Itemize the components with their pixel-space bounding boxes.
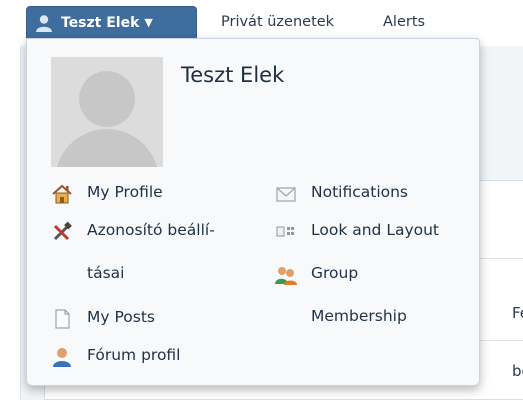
avatar[interactable] (51, 57, 163, 167)
menu-item-group-membership[interactable]: Group Membership (275, 254, 465, 335)
avatar-head-shape (79, 71, 135, 127)
caret-down-icon: ▼ (144, 16, 153, 29)
menu-item-label: My Profile (87, 183, 163, 201)
nav-alerts[interactable]: Alerts (383, 14, 425, 30)
menu-item-my-profile[interactable]: My Profile (51, 173, 163, 211)
nav-private-messages[interactable]: Privát üzenetek (221, 14, 334, 30)
layout-icon (275, 219, 297, 241)
menu-item-label: My Posts (87, 308, 155, 326)
menu-item-label: Group Membership (311, 254, 407, 335)
document-icon (51, 306, 73, 329)
menu-item-my-posts[interactable]: My Posts (51, 298, 155, 336)
background-text-fragment: be (512, 362, 523, 380)
menu-item-label-line-1: Azonosító beállí- (87, 221, 215, 239)
menu-item-label: Notifications (311, 183, 409, 201)
user-dropdown-menu: Teszt Elek My Profile Azonosító beállí- … (26, 38, 480, 386)
menu-item-account-settings[interactable]: Azonosító beállí- tásai (51, 211, 271, 292)
menu-item-label-line-2: tásai (87, 264, 125, 282)
menu-item-look-and-layout[interactable]: Look and Layout (275, 211, 439, 249)
menu-item-label: Azonosító beállí- tásai (87, 211, 215, 292)
menu-item-label-line-2: Membership (311, 307, 407, 325)
tools-icon (51, 219, 73, 241)
user-menu-button[interactable]: Teszt Elek ▼ (26, 6, 197, 39)
home-icon (51, 181, 73, 204)
user-icon (35, 14, 53, 32)
group-icon (275, 262, 297, 285)
envelope-icon (275, 181, 297, 203)
menu-item-notifications[interactable]: Notifications (275, 173, 408, 211)
user-menu-label: Teszt Elek (61, 14, 140, 31)
menu-item-label: Fórum profil (87, 346, 181, 364)
person-icon (51, 344, 73, 367)
menu-item-label-line-1: Group (311, 264, 359, 282)
menu-item-forum-profile[interactable]: Fórum profil (51, 336, 181, 374)
dropdown-username: Teszt Elek (181, 63, 285, 87)
menu-item-label: Look and Layout (311, 221, 440, 239)
background-text-fragment: Fe (512, 304, 523, 322)
avatar-body-shape (55, 129, 159, 167)
